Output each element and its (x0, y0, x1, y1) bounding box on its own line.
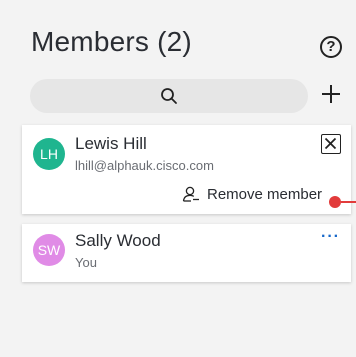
search-bar[interactable] (30, 79, 308, 113)
person-remove-icon (182, 186, 199, 202)
member-subtitle: You (75, 255, 97, 270)
member-email: lhill@alphauk.cisco.com (75, 158, 214, 173)
close-icon (324, 137, 337, 150)
help-icon[interactable]: ? (320, 36, 342, 58)
member-row[interactable]: SW Sally Wood You ··· (22, 224, 351, 282)
member-name: Sally Wood (75, 231, 161, 250)
search-icon (161, 88, 177, 104)
pointer-line (341, 201, 356, 203)
more-options-icon[interactable]: ··· (321, 228, 340, 246)
add-member-button[interactable] (320, 83, 342, 105)
avatar: LH (33, 138, 65, 170)
pointer-dot (329, 196, 341, 208)
member-name: Lewis Hill (75, 134, 147, 153)
remove-member-button[interactable]: Remove member (182, 184, 322, 204)
members-panel: Members (2) ? LH Lewis Hill lhill@alphau… (0, 0, 356, 357)
close-button[interactable] (321, 134, 341, 154)
remove-member-label: Remove member (207, 185, 323, 203)
avatar: SW (33, 234, 65, 266)
plus-icon (322, 85, 340, 103)
panel-title: Members (2) (31, 26, 192, 57)
member-row[interactable]: LH Lewis Hill lhill@alphauk.cisco.com Re… (22, 125, 351, 214)
